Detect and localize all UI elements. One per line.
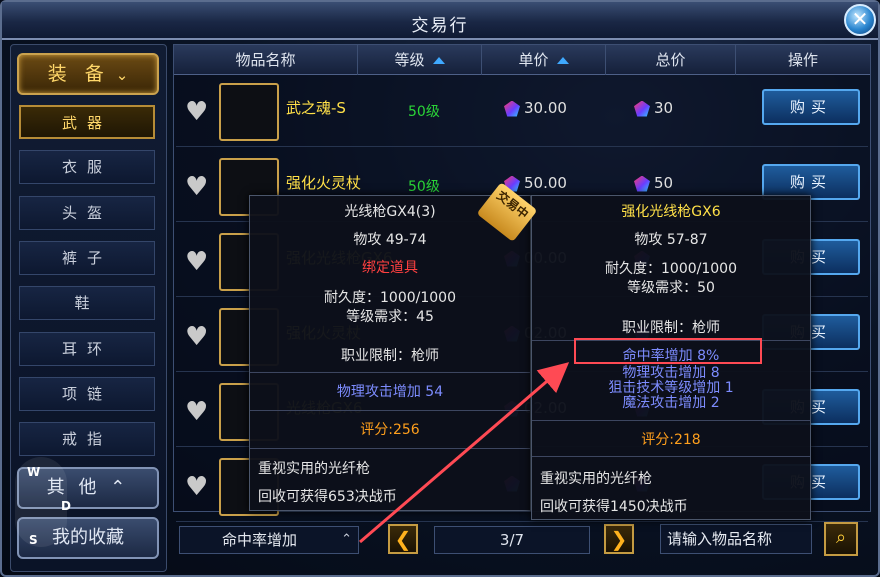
trade-window: 交易行 ✕ 装 备 ⌄ 武器 衣服 头盔 裤子 鞋 耳环 项链 戒指 其 他 ⌃ …	[0, 0, 880, 577]
annotation-arrow	[359, 362, 570, 544]
